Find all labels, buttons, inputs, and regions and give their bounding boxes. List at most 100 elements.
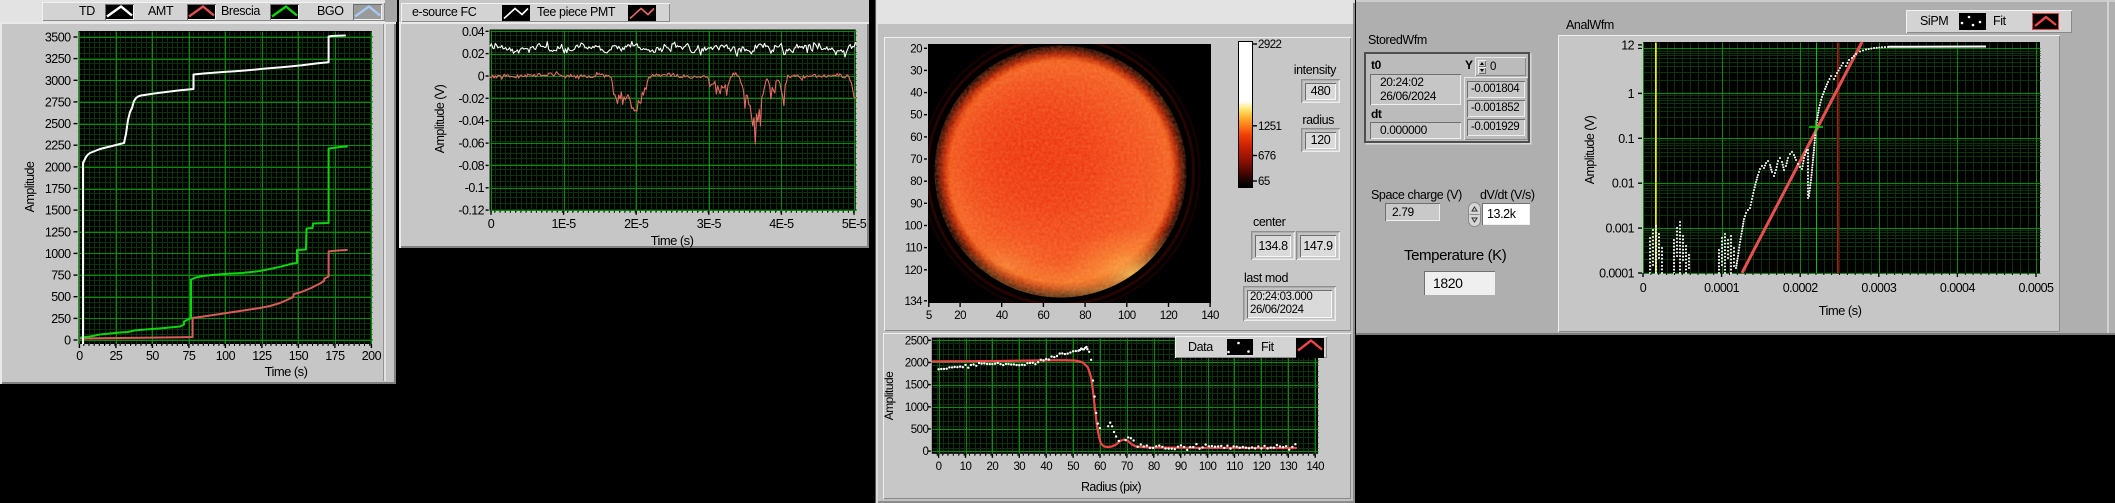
svg-text:4E-5: 4E-5 bbox=[769, 217, 794, 231]
svg-text:2000: 2000 bbox=[905, 358, 929, 370]
svg-text:-0.04: -0.04 bbox=[458, 114, 484, 128]
svg-text:1250: 1250 bbox=[45, 225, 71, 239]
svg-text:5E-5: 5E-5 bbox=[842, 217, 867, 231]
svg-text:20: 20 bbox=[954, 310, 966, 322]
svg-text:Amplitude: Amplitude bbox=[882, 371, 896, 420]
svg-text:0: 0 bbox=[936, 461, 942, 473]
svg-text:20: 20 bbox=[987, 461, 999, 473]
svg-text:40: 40 bbox=[996, 310, 1008, 322]
svg-text:100: 100 bbox=[1118, 310, 1136, 322]
svg-text:100: 100 bbox=[904, 221, 922, 233]
svg-text:0: 0 bbox=[76, 349, 83, 363]
svg-text:Time (s): Time (s) bbox=[651, 233, 694, 248]
svg-text:60: 60 bbox=[1094, 461, 1106, 473]
svg-text:25: 25 bbox=[109, 349, 122, 363]
svg-text:50: 50 bbox=[1067, 461, 1079, 473]
svg-text:125: 125 bbox=[252, 349, 272, 363]
svg-text:40: 40 bbox=[910, 88, 922, 100]
svg-text:40: 40 bbox=[1040, 461, 1052, 473]
svg-text:0.0002: 0.0002 bbox=[1783, 281, 1819, 295]
svg-text:0: 0 bbox=[922, 446, 928, 458]
svg-text:10: 10 bbox=[960, 461, 972, 473]
svg-text:1E-5: 1E-5 bbox=[551, 217, 576, 231]
svg-text:50: 50 bbox=[146, 349, 159, 363]
svg-text:50: 50 bbox=[910, 110, 922, 122]
svg-text:120: 120 bbox=[1160, 310, 1178, 322]
svg-text:3250: 3250 bbox=[45, 52, 71, 66]
svg-text:134: 134 bbox=[904, 296, 923, 308]
svg-text:-0.02: -0.02 bbox=[458, 92, 484, 106]
svg-text:-0.06: -0.06 bbox=[458, 137, 484, 151]
svg-text:130: 130 bbox=[1280, 461, 1298, 473]
svg-text:175: 175 bbox=[325, 349, 345, 363]
svg-text:-0.12: -0.12 bbox=[458, 204, 484, 218]
svg-text:90: 90 bbox=[1175, 461, 1187, 473]
svg-text:0.01: 0.01 bbox=[1612, 177, 1635, 191]
svg-text:-0.08: -0.08 bbox=[458, 159, 484, 173]
svg-text:70: 70 bbox=[1121, 461, 1133, 473]
svg-text:0: 0 bbox=[488, 217, 495, 231]
svg-text:2750: 2750 bbox=[45, 95, 71, 109]
svg-text:Amplitude (V): Amplitude (V) bbox=[433, 84, 447, 153]
svg-text:500: 500 bbox=[911, 424, 929, 436]
svg-text:2500: 2500 bbox=[905, 335, 929, 347]
svg-text:150: 150 bbox=[289, 349, 309, 363]
svg-text:0.0005: 0.0005 bbox=[2019, 281, 2055, 295]
svg-text:Time (s): Time (s) bbox=[1819, 303, 1862, 318]
svg-text:0.04: 0.04 bbox=[462, 25, 485, 39]
svg-text:2500: 2500 bbox=[45, 117, 71, 131]
svg-text:80: 80 bbox=[910, 176, 922, 188]
svg-text:3E-5: 3E-5 bbox=[697, 217, 722, 231]
svg-text:100: 100 bbox=[216, 349, 236, 363]
svg-text:1000: 1000 bbox=[45, 247, 71, 261]
svg-text:110: 110 bbox=[1226, 461, 1243, 473]
svg-text:60: 60 bbox=[910, 132, 922, 144]
svg-text:-0.1: -0.1 bbox=[465, 181, 485, 195]
svg-text:0.001: 0.001 bbox=[1605, 222, 1634, 236]
svg-text:0.0004: 0.0004 bbox=[1940, 281, 1976, 295]
svg-text:90: 90 bbox=[910, 198, 922, 210]
svg-text:30: 30 bbox=[1013, 461, 1025, 473]
svg-text:5: 5 bbox=[926, 310, 932, 322]
svg-text:20: 20 bbox=[910, 43, 922, 55]
svg-text:100: 100 bbox=[1199, 461, 1217, 473]
svg-text:1500: 1500 bbox=[905, 380, 929, 392]
svg-text:Radius (pix): Radius (pix) bbox=[1081, 480, 1141, 494]
svg-text:3500: 3500 bbox=[45, 31, 71, 45]
svg-text:65: 65 bbox=[1258, 176, 1270, 188]
svg-text:140: 140 bbox=[1306, 461, 1324, 473]
svg-text:500: 500 bbox=[51, 290, 71, 304]
svg-text:0.02: 0.02 bbox=[462, 47, 485, 61]
svg-text:75: 75 bbox=[182, 349, 195, 363]
svg-text:Amplitude (V): Amplitude (V) bbox=[1583, 115, 1597, 184]
svg-text:80: 80 bbox=[1079, 310, 1091, 322]
svg-text:2250: 2250 bbox=[45, 139, 71, 153]
svg-text:110: 110 bbox=[905, 243, 922, 255]
svg-text:0: 0 bbox=[1640, 281, 1647, 295]
svg-text:30: 30 bbox=[910, 65, 922, 77]
svg-text:750: 750 bbox=[51, 269, 71, 283]
svg-text:676: 676 bbox=[1258, 151, 1276, 163]
svg-text:Amplitude: Amplitude bbox=[23, 161, 37, 212]
svg-text:60: 60 bbox=[1038, 310, 1050, 322]
svg-text:0.0003: 0.0003 bbox=[1861, 281, 1897, 295]
svg-text:2922: 2922 bbox=[1258, 39, 1282, 51]
svg-text:0: 0 bbox=[478, 70, 485, 84]
svg-text:0.0001: 0.0001 bbox=[1704, 281, 1740, 295]
svg-text:0: 0 bbox=[64, 334, 71, 348]
svg-text:120: 120 bbox=[1253, 461, 1271, 473]
svg-text:120: 120 bbox=[904, 265, 922, 277]
svg-text:2E-5: 2E-5 bbox=[624, 217, 649, 231]
svg-text:0.0001: 0.0001 bbox=[1599, 267, 1635, 281]
svg-text:250: 250 bbox=[51, 312, 71, 326]
svg-text:70: 70 bbox=[910, 154, 922, 166]
svg-text:Time (s): Time (s) bbox=[265, 364, 308, 379]
svg-text:3000: 3000 bbox=[45, 74, 71, 88]
svg-text:1: 1 bbox=[1628, 87, 1635, 101]
svg-text:200: 200 bbox=[362, 349, 382, 363]
svg-text:0.1: 0.1 bbox=[1618, 132, 1634, 146]
svg-text:2000: 2000 bbox=[45, 160, 71, 174]
svg-text:12: 12 bbox=[1621, 38, 1634, 52]
svg-text:140: 140 bbox=[1201, 310, 1219, 322]
svg-text:1750: 1750 bbox=[45, 182, 71, 196]
